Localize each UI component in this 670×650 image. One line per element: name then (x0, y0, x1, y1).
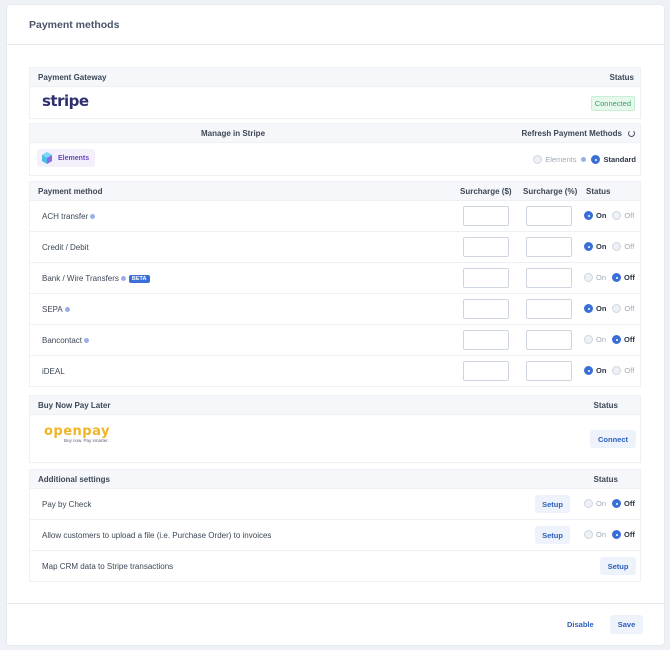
info-icon[interactable] (120, 276, 126, 282)
status-toggle: On Off (584, 366, 634, 377)
payment-method-name: Bancontact (42, 336, 90, 345)
status-toggle: On Off (584, 530, 635, 541)
surcharge-percent-input[interactable] (526, 361, 572, 381)
setup-button[interactable]: Setup (535, 526, 570, 544)
surcharge-dollar-input[interactable] (463, 237, 509, 257)
surcharge-dollar-input[interactable] (463, 206, 509, 226)
save-button[interactable]: Save (610, 615, 643, 634)
bnpl-header: Buy Now Pay Later Status (29, 395, 641, 415)
payment-method-name: ACH transfer (42, 212, 96, 221)
payment-methods-card: Payment methods Payment Gateway Status s… (6, 4, 665, 646)
surcharge-percent-input[interactable] (526, 206, 572, 226)
status-badge: Connected (590, 96, 635, 111)
disable-button[interactable]: Disable (567, 620, 594, 629)
surcharge-dollar-input[interactable] (463, 268, 509, 288)
surcharge-percent-input[interactable] (526, 299, 572, 319)
elements-cube-icon (41, 152, 53, 164)
setting-on-radio[interactable]: On (584, 499, 606, 508)
info-icon[interactable] (64, 307, 70, 313)
manage-in-stripe-link[interactable]: Manage in Stripe (201, 129, 265, 138)
method-on-radio[interactable]: On (584, 242, 606, 251)
col-payment-method: Payment method (38, 187, 103, 196)
method-on-radio[interactable]: On (584, 335, 606, 344)
connect-button[interactable]: Connect (590, 430, 636, 448)
table-row: Credit / Debit On Off (29, 232, 641, 263)
status-toggle: On Off (584, 273, 635, 284)
table-row: ACH transfer On Off (29, 201, 641, 232)
setting-on-radio[interactable]: On (584, 530, 606, 539)
list-item: Allow customers to upload a file (i.e. P… (29, 520, 641, 551)
gateway-label: Payment Gateway (38, 73, 107, 82)
info-icon[interactable] (90, 214, 96, 220)
method-on-radio[interactable]: On (584, 211, 606, 220)
refresh-icon[interactable] (625, 129, 635, 138)
table-row: SEPA On Off (29, 294, 641, 325)
beta-badge: BETA (128, 274, 150, 283)
manage-row: Elements Elements Standard (29, 143, 641, 176)
method-off-radio[interactable]: Off (612, 304, 634, 313)
bnpl-status-label: Status (593, 401, 618, 410)
setup-button[interactable]: Setup (600, 557, 636, 575)
table-row: Bancontact On Off (29, 325, 641, 356)
method-off-radio[interactable]: Off (612, 242, 634, 251)
setting-off-radio[interactable]: Off (612, 530, 635, 539)
gateway-row: stripe Connected (29, 87, 641, 119)
table-row: iDEAL On Off (29, 356, 641, 387)
openpay-logo: openpay Buy now. Pay smarter. (44, 424, 110, 443)
method-off-radio[interactable]: Off (612, 366, 634, 375)
list-item: Pay by Check Setup On Off (29, 489, 641, 520)
method-off-radio[interactable]: Off (612, 211, 634, 220)
elements-pill: Elements (37, 149, 96, 167)
method-on-radio[interactable]: On (584, 366, 606, 375)
gateway-header: Payment Gateway Status (29, 67, 641, 87)
col-surcharge-percent: Surcharge (%) (523, 187, 578, 196)
payment-method-name: SEPA (42, 305, 70, 314)
page-title: Payment methods (7, 5, 664, 45)
footer-bar: Disable Save (7, 603, 664, 645)
surcharge-percent-input[interactable] (526, 237, 572, 257)
payment-method-name: Credit / Debit (42, 243, 89, 252)
bnpl-row: openpay Buy now. Pay smarter. Connect (29, 415, 641, 463)
radio-standard[interactable]: Standard (591, 155, 636, 164)
col-status: Status (586, 187, 611, 196)
surcharge-percent-input[interactable] (526, 330, 572, 350)
setting-name: Allow customers to upload a file (i.e. P… (42, 531, 272, 540)
stripe-logo: stripe (42, 92, 89, 110)
status-toggle: On Off (584, 242, 634, 253)
surcharge-dollar-input[interactable] (463, 299, 509, 319)
method-off-radio[interactable]: Off (612, 273, 635, 282)
refresh-payment-methods-link[interactable]: Refresh Payment Methods (522, 129, 622, 138)
additional-status-label: Status (593, 475, 618, 484)
additional-label: Additional settings (38, 475, 110, 484)
info-icon[interactable] (84, 338, 90, 344)
surcharge-dollar-input[interactable] (463, 330, 509, 350)
surcharge-percent-input[interactable] (526, 268, 572, 288)
method-off-radio[interactable]: Off (612, 335, 635, 344)
radio-elements[interactable]: Elements (533, 155, 587, 164)
payment-method-name: iDEAL (42, 367, 65, 376)
status-toggle: On Off (584, 211, 634, 222)
col-surcharge-dollar: Surcharge ($) (460, 187, 512, 196)
surcharge-dollar-input[interactable] (463, 361, 509, 381)
payment-method-name: Bank / Wire Transfers BETA (42, 274, 150, 283)
bnpl-label: Buy Now Pay Later (38, 401, 111, 410)
gateway-status-label: Status (609, 73, 634, 82)
integration-mode-radios: Elements Standard (533, 155, 636, 164)
manage-header: Manage in Stripe Refresh Payment Methods (29, 123, 641, 143)
setting-name: Pay by Check (42, 500, 92, 509)
status-toggle: On Off (584, 499, 635, 510)
openpay-tagline: Buy now. Pay smarter. (64, 438, 109, 443)
table-row: Bank / Wire Transfers BETA On Off (29, 263, 641, 294)
list-item: Map CRM data to Stripe transactions Setup (29, 551, 641, 582)
setting-name: Map CRM data to Stripe transactions (42, 562, 174, 571)
status-toggle: On Off (584, 335, 635, 346)
elements-pill-label: Elements (58, 154, 90, 162)
status-toggle: On Off (584, 304, 634, 315)
setup-button[interactable]: Setup (535, 495, 570, 513)
methods-header: Payment method Surcharge ($) Surcharge (… (29, 181, 641, 201)
method-on-radio[interactable]: On (584, 304, 606, 313)
additional-header: Additional settings Status (29, 469, 641, 489)
method-on-radio[interactable]: On (584, 273, 606, 282)
setting-off-radio[interactable]: Off (612, 499, 635, 508)
